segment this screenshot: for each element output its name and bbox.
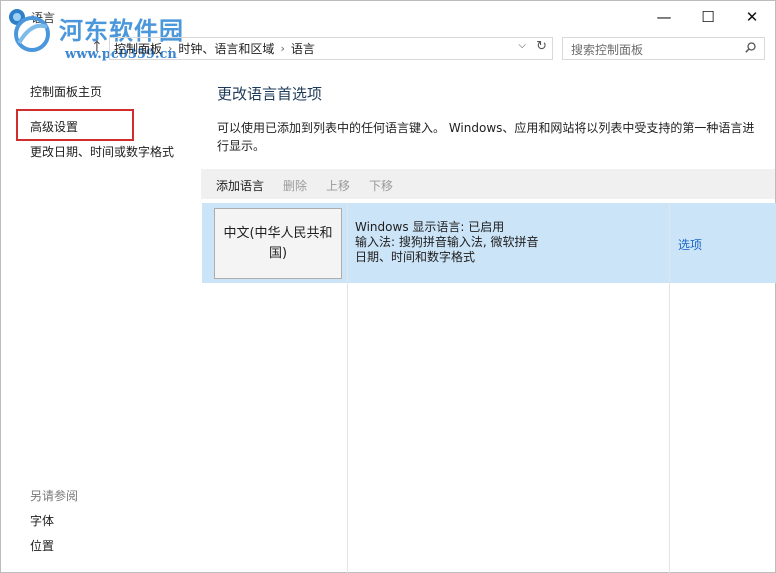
- maximize-button[interactable]: ☐: [685, 1, 731, 33]
- breadcrumb-clock-language-region[interactable]: 时钟、语言和区域: [178, 40, 274, 57]
- remove-language-button[interactable]: 删除: [283, 177, 307, 194]
- language-details: Windows 显示语言: 已启用 输入法: 搜狗拼音输入法, 微软拼音 日期、…: [355, 220, 539, 265]
- language-name-button[interactable]: 中文(中华人民共和国): [214, 208, 342, 279]
- breadcrumb-chevron-icon[interactable]: ›: [280, 42, 284, 55]
- main-content: 更改语言首选项 可以使用已添加到列表中的任何语言键入。 Windows、应用和网…: [201, 63, 776, 573]
- breadcrumb-control-panel[interactable]: 控制面板: [114, 40, 162, 57]
- input-methods: 输入法: 搜狗拼音输入法, 微软拼音: [355, 235, 539, 249]
- search-placeholder: 搜索控制面板: [571, 43, 644, 57]
- navigation-bar: ↑ 控制面板 › 时钟、语言和区域 › 语言 ⌵ ↻ 搜索控制面板: [1, 35, 775, 63]
- page-description: 可以使用已添加到列表中的任何语言键入。 Windows、应用和网站将以列表中受支…: [217, 121, 755, 153]
- minimize-button[interactable]: —: [641, 1, 687, 33]
- column-divider: [669, 203, 670, 573]
- address-bar[interactable]: 控制面板 › 时钟、语言和区域 › 语言 ⌵ ↻: [109, 37, 553, 60]
- format-info: 日期、时间和数字格式: [355, 250, 476, 264]
- sidebar-item-control-panel-home[interactable]: 控制面板主页: [30, 83, 102, 100]
- chevron-down-icon[interactable]: ⌵: [518, 40, 526, 51]
- column-divider: [347, 203, 348, 573]
- see-also-heading: 另请参阅: [30, 489, 79, 503]
- close-button[interactable]: ✕: [729, 1, 775, 33]
- refresh-icon[interactable]: ↻: [536, 39, 547, 54]
- breadcrumb-chevron-icon[interactable]: ›: [168, 42, 172, 55]
- sidebar-item-change-date-time-format[interactable]: 更改日期、时间或数字格式: [30, 143, 174, 160]
- add-language-button[interactable]: 添加语言: [216, 177, 264, 194]
- sidebar-item-advanced-settings[interactable]: 高级设置: [30, 118, 78, 135]
- sidebar-item-location[interactable]: 位置: [30, 537, 54, 554]
- move-up-button[interactable]: 上移: [326, 177, 350, 194]
- table-row[interactable]: 中文(中华人民共和国) Windows 显示语言: 已启用 输入法: 搜狗拼音输…: [202, 203, 776, 283]
- sidebar-item-fonts[interactable]: 字体: [30, 512, 54, 529]
- language-toolbar: 添加语言 删除 上移 下移: [201, 169, 775, 199]
- language-window: 语言 — ☐ ✕ 河东软件园 www.pc0359.cn ↑ 控制面板 › 时钟…: [0, 0, 776, 573]
- search-input[interactable]: 搜索控制面板: [562, 37, 765, 60]
- move-down-button[interactable]: 下移: [369, 177, 393, 194]
- up-arrow-icon[interactable]: ↑: [91, 39, 103, 55]
- sidebar: 控制面板主页 高级设置 更改日期、时间或数字格式 另请参阅 字体 位置: [1, 63, 201, 573]
- search-icon[interactable]: [745, 42, 756, 53]
- language-list: 中文(中华人民共和国) Windows 显示语言: 已启用 输入法: 搜狗拼音输…: [201, 203, 776, 573]
- breadcrumb-language[interactable]: 语言: [291, 40, 315, 57]
- display-language-status: Windows 显示语言: 已启用: [355, 220, 505, 234]
- page-title: 更改语言首选项: [217, 85, 323, 103]
- language-options-link[interactable]: 选项: [678, 236, 702, 253]
